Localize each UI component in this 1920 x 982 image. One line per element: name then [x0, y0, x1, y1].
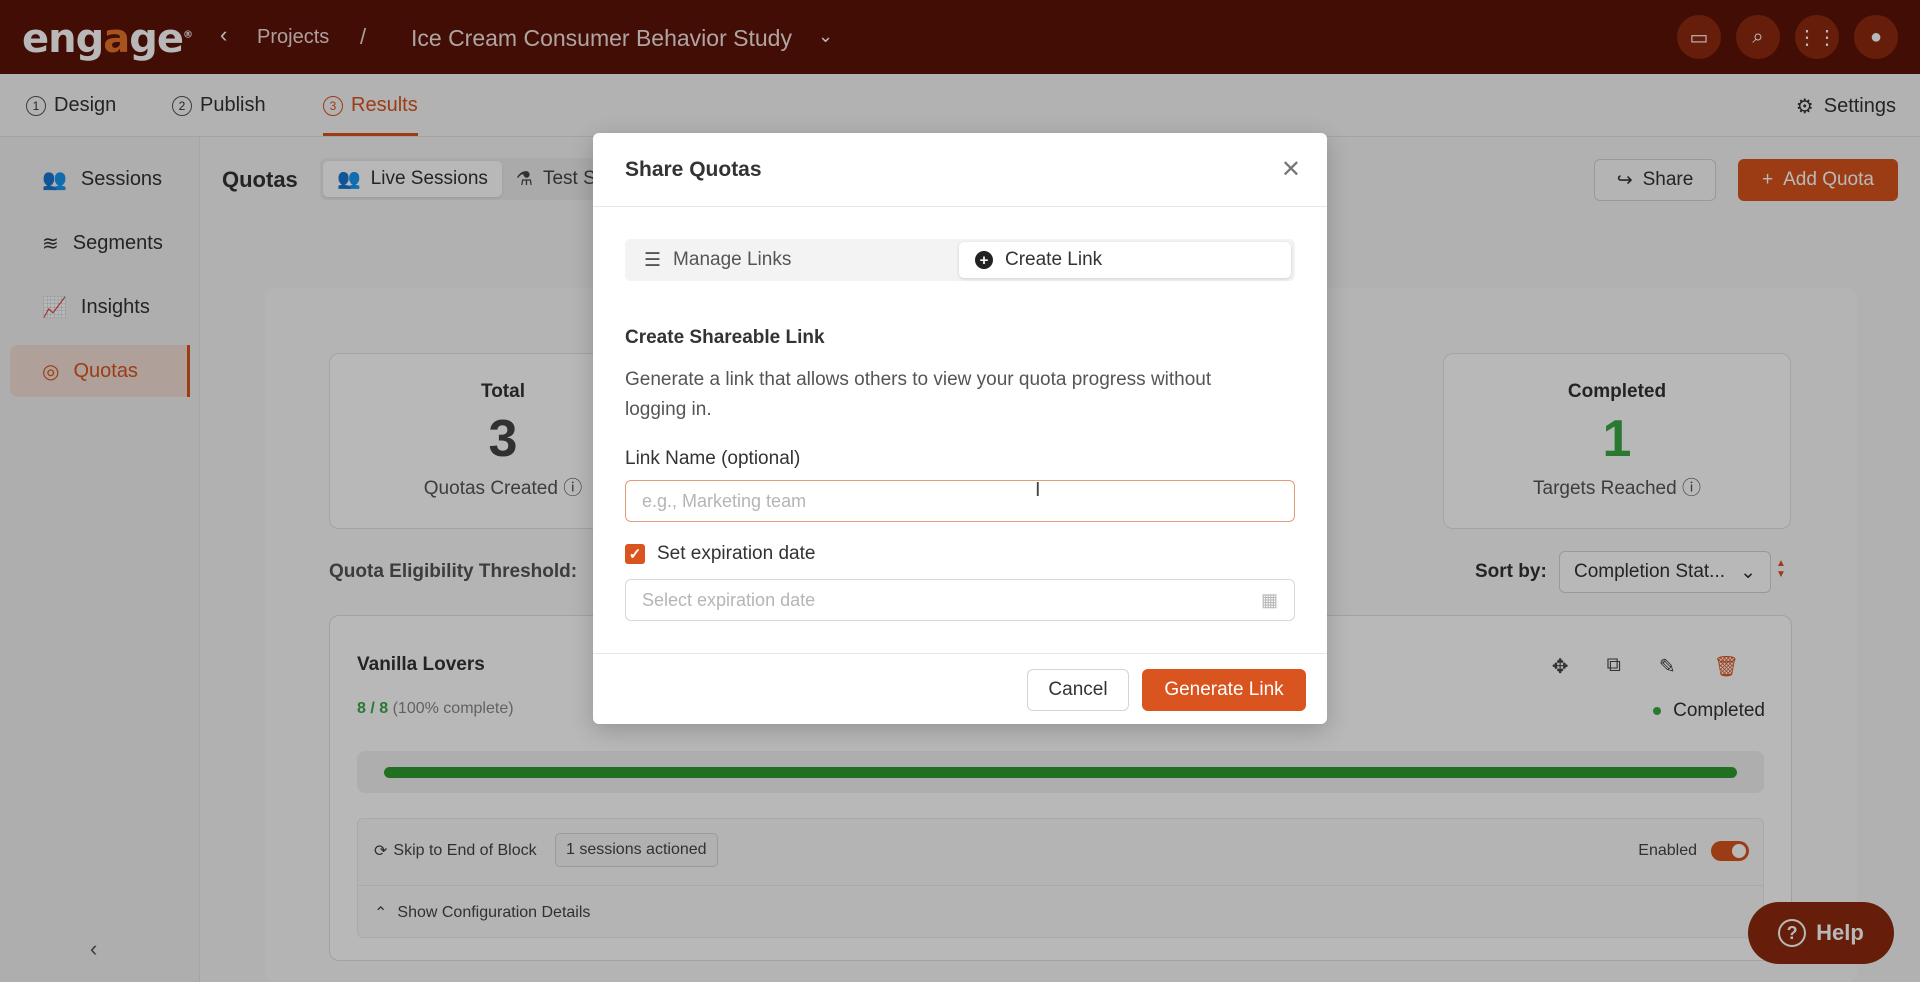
cancel-button[interactable]: Cancel	[1027, 669, 1129, 711]
tab-label: Manage Links	[673, 249, 792, 270]
list-icon: ☰	[644, 249, 662, 271]
tab-manage-links[interactable]: ☰ Manage Links	[628, 242, 958, 278]
link-name-input[interactable]	[625, 480, 1295, 522]
plus-circle-icon: +	[975, 251, 993, 269]
section-heading: Create Shareable Link	[625, 327, 825, 348]
expiration-checkbox-row[interactable]: ✓ Set expiration date	[625, 543, 815, 565]
tab-create-link[interactable]: + Create Link	[959, 242, 1291, 278]
text-cursor-icon: I	[1035, 479, 1041, 501]
generate-link-button[interactable]: Generate Link	[1142, 669, 1306, 711]
calendar-icon: ▦	[1260, 589, 1278, 610]
tab-label: Create Link	[1005, 249, 1103, 270]
expiration-date-picker[interactable]: Select expiration date ▦	[625, 579, 1295, 621]
share-quotas-modal: Share Quotas ✕ ☰ Manage Links + Create L…	[593, 133, 1327, 724]
modal-title: Share Quotas	[625, 157, 762, 181]
expiration-checkbox[interactable]: ✓	[625, 544, 645, 564]
link-name-label: Link Name (optional)	[625, 448, 801, 469]
modal-tabs: ☰ Manage Links + Create Link	[625, 239, 1295, 281]
modal-footer: Cancel Generate Link	[593, 653, 1327, 724]
close-icon[interactable]: ✕	[1281, 155, 1301, 184]
section-description: Generate a link that allows others to vi…	[625, 369, 1212, 420]
expiration-placeholder: Select expiration date	[642, 589, 816, 610]
expiration-checkbox-label: Set expiration date	[657, 543, 816, 564]
